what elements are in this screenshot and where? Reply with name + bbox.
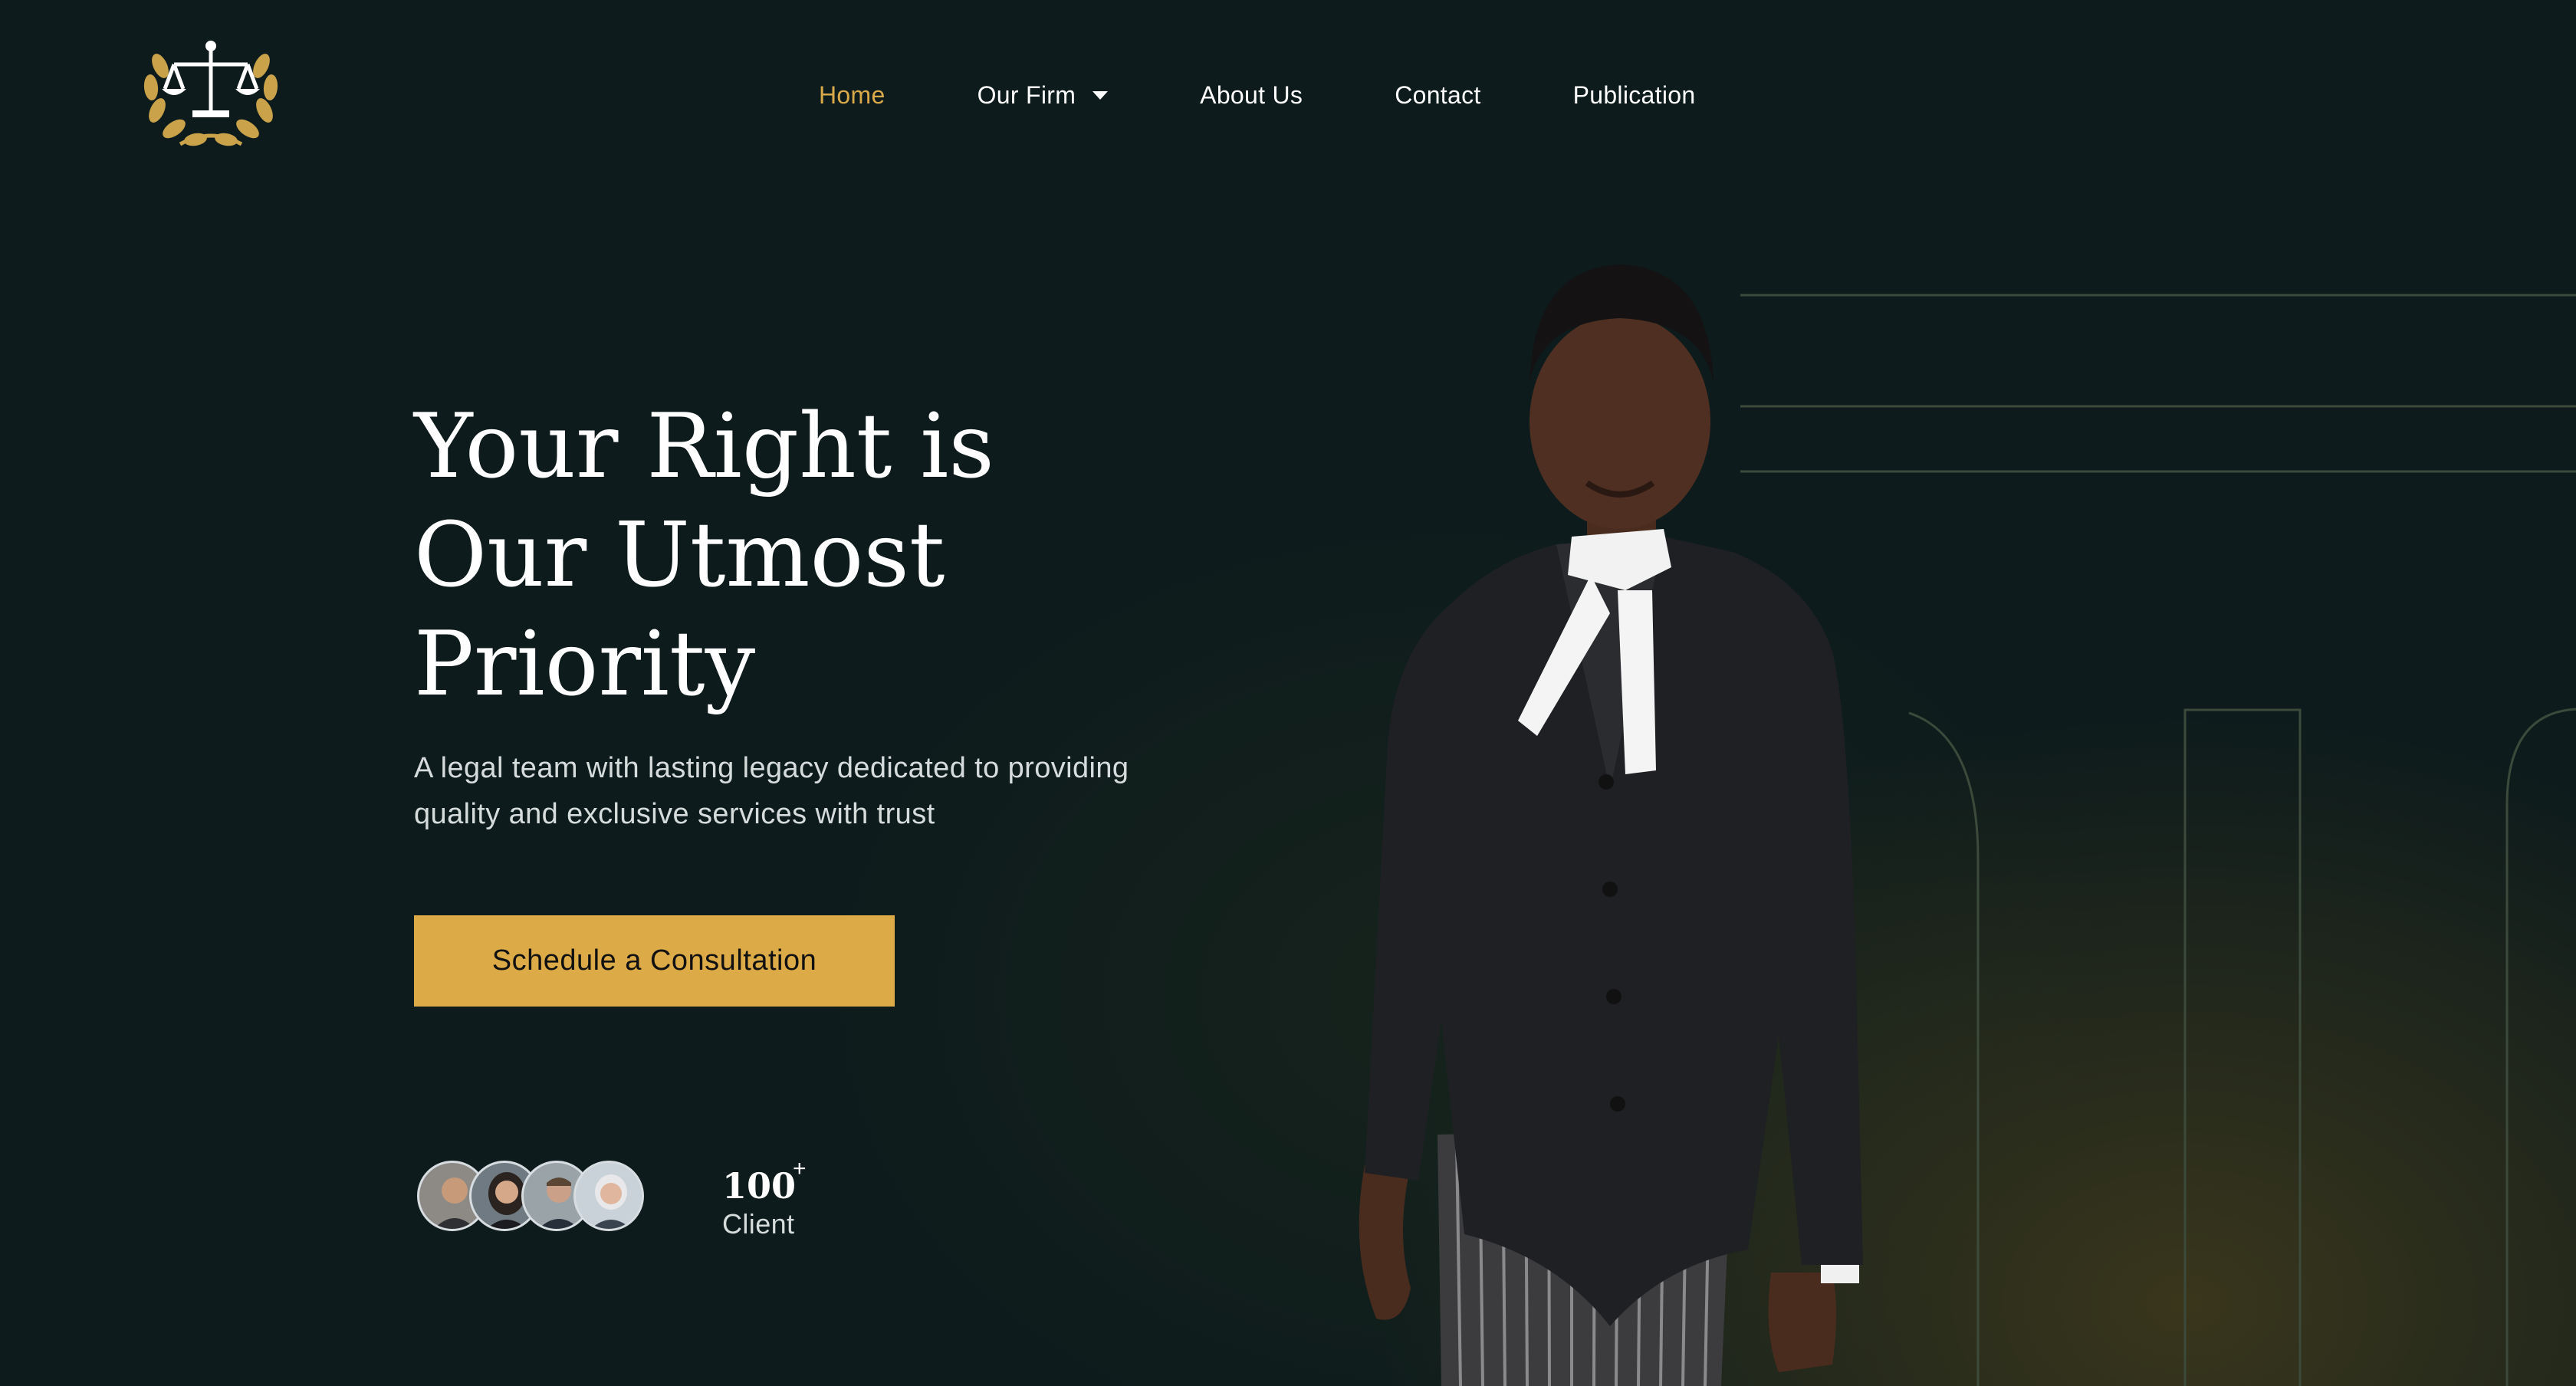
hero-title: Your Right is Our Utmost Priority bbox=[414, 392, 1104, 719]
nav-home[interactable]: Home bbox=[819, 81, 886, 110]
avatar bbox=[573, 1161, 644, 1231]
nav-our-firm[interactable]: Our Firm bbox=[978, 81, 1109, 110]
hero-title-line: Your Right is bbox=[414, 395, 994, 498]
schedule-consultation-button[interactable]: Schedule a Consultation bbox=[414, 915, 895, 1007]
client-count-label: Client bbox=[722, 1208, 795, 1240]
caret-down-icon bbox=[1092, 90, 1109, 100]
nav-contact-label: Contact bbox=[1395, 80, 1481, 109]
nav-home-label: Home bbox=[819, 80, 886, 109]
barrister-photo bbox=[1359, 264, 1863, 1386]
nav-publication[interactable]: Publication bbox=[1573, 81, 1696, 110]
scales-of-justice-laurel-icon bbox=[143, 41, 278, 146]
hero-title-line: Our Utmost bbox=[414, 504, 945, 607]
hero-subtitle-line: quality and exclusive services with trus… bbox=[414, 798, 935, 830]
hero-title-line: Priority bbox=[414, 613, 756, 716]
main-nav: Home Our Firm About Us Contact Publicati… bbox=[819, 77, 1787, 113]
client-count-suffix: + bbox=[793, 1156, 807, 1181]
decorative-lines bbox=[1740, 294, 2576, 1386]
nav-contact[interactable]: Contact bbox=[1395, 81, 1480, 110]
client-count: 100 bbox=[722, 1165, 797, 1207]
hero-subtitle-line: A legal team with lasting legacy dedicat… bbox=[414, 752, 1129, 784]
nav-about-us-label: About Us bbox=[1200, 80, 1303, 109]
logo[interactable] bbox=[134, 35, 288, 152]
nav-about-us[interactable]: About Us bbox=[1200, 81, 1303, 110]
nav-our-firm-label: Our Firm bbox=[977, 80, 1076, 109]
hero-subtitle: A legal team with lasting legacy dedicat… bbox=[414, 745, 1288, 837]
nav-publication-label: Publication bbox=[1572, 80, 1696, 109]
